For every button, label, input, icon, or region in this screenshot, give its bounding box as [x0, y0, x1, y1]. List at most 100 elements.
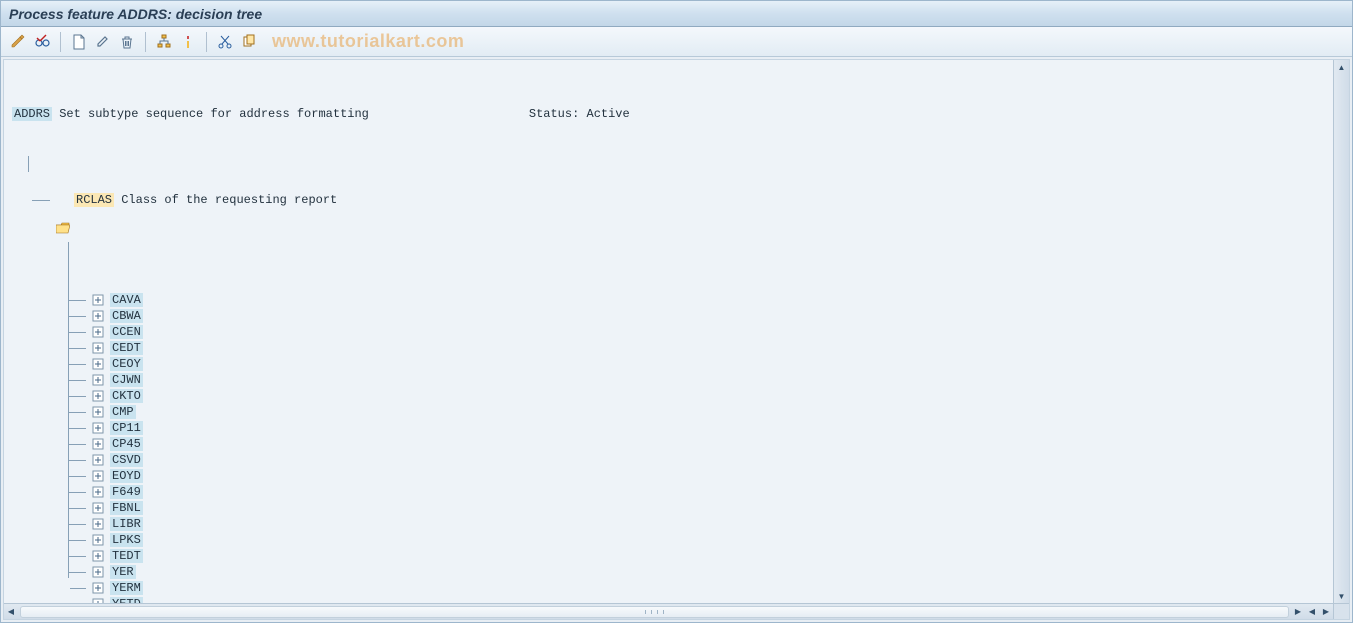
leaf-code: TEDT	[110, 549, 143, 563]
decision-tree: ADDRS Set subtype sequence for address f…	[4, 60, 1333, 603]
node-code: RCLAS	[74, 193, 114, 207]
leaf-code: CKTO	[110, 389, 143, 403]
tree-leaf[interactable]: CBWA	[68, 308, 1333, 324]
scroll-up-button[interactable]: ▲	[1335, 60, 1349, 74]
horizontal-scrollbar[interactable]: ◀ ▶ ◀ ▶	[4, 603, 1333, 619]
page-icon	[71, 34, 87, 50]
tree-node-rclas[interactable]: RCLAS Class of the requesting report	[28, 192, 1333, 208]
leaf-code: CEOY	[110, 357, 143, 371]
expand-icon[interactable]	[92, 582, 106, 594]
leaf-code: CP45	[110, 437, 143, 451]
scroll-right2-button[interactable]: ▶	[1319, 605, 1333, 619]
tree-leaf[interactable]: CP11	[68, 420, 1333, 436]
change-button[interactable]	[7, 31, 29, 53]
info-icon	[180, 34, 196, 50]
root-code: ADDRS	[12, 107, 52, 121]
expand-icon[interactable]	[92, 422, 106, 434]
scissors-icon	[217, 34, 233, 50]
expand-icon[interactable]	[92, 294, 106, 306]
leaf-code: LIBR	[110, 517, 143, 531]
expand-icon[interactable]	[92, 486, 106, 498]
expand-icon[interactable]	[92, 374, 106, 386]
toolbar-separator	[206, 32, 207, 52]
tree-root[interactable]: ADDRS Set subtype sequence for address f…	[12, 106, 1333, 122]
tree-leaf[interactable]: CP45	[68, 436, 1333, 452]
tree-leaf[interactable]: LPKS	[68, 532, 1333, 548]
cut-button[interactable]	[214, 31, 236, 53]
leaf-code: CCEN	[110, 325, 143, 339]
hierarchy-icon	[156, 34, 172, 50]
toolbar-separator	[60, 32, 61, 52]
check-button[interactable]	[31, 31, 53, 53]
leaf-code: LPKS	[110, 533, 143, 547]
leaf-code: CMP	[110, 405, 136, 419]
expand-icon[interactable]	[92, 518, 106, 530]
expand-icon[interactable]	[92, 310, 106, 322]
status-label: Status:	[529, 107, 579, 121]
tree-leaf[interactable]: CEOY	[68, 356, 1333, 372]
whereused-button[interactable]	[153, 31, 175, 53]
tree-leaf[interactable]: CEDT	[68, 340, 1333, 356]
expand-icon[interactable]	[92, 470, 106, 482]
title-bar: Process feature ADDRS: decision tree	[1, 1, 1352, 27]
tree-leaf[interactable]: YER	[68, 564, 1333, 580]
tree-leaf[interactable]: YERM	[68, 580, 1333, 596]
tree-viewport[interactable]: ADDRS Set subtype sequence for address f…	[4, 60, 1333, 603]
tree-leaf[interactable]: CSVD	[68, 452, 1333, 468]
edit-button[interactable]	[92, 31, 114, 53]
tree-leaf[interactable]: EOYD	[68, 468, 1333, 484]
pencil-small-icon	[95, 34, 111, 50]
copy-icon	[241, 34, 257, 50]
tree-leaf[interactable]: CJWN	[68, 372, 1333, 388]
expand-icon[interactable]	[92, 566, 106, 578]
folder-open-icon	[56, 194, 70, 206]
tree-leaf[interactable]: CAVA	[68, 292, 1333, 308]
leaf-code: FBNL	[110, 501, 143, 515]
tree-children: CAVACBWACCEN CEDT CEOYCJWNCKTO CMP CP11 CP45C…	[68, 250, 1333, 603]
leaf-code: CP11	[110, 421, 143, 435]
expand-icon[interactable]	[92, 406, 106, 418]
create-button[interactable]	[68, 31, 90, 53]
attributes-button[interactable]	[177, 31, 199, 53]
tree-leaf[interactable]: F649	[68, 484, 1333, 500]
tree-leaf[interactable]: LIBR	[68, 516, 1333, 532]
trash-icon	[119, 34, 135, 50]
delete-button[interactable]	[116, 31, 138, 53]
expand-icon[interactable]	[92, 326, 106, 338]
leaf-code: YERM	[110, 581, 143, 595]
leaf-code: F649	[110, 485, 143, 499]
root-text: Set subtype sequence for address formatt…	[59, 107, 369, 121]
vertical-scrollbar[interactable]: ▲ ▼	[1333, 60, 1349, 603]
tree-leaf[interactable]: CMP	[68, 404, 1333, 420]
expand-icon[interactable]	[92, 502, 106, 514]
leaf-code: CAVA	[110, 293, 143, 307]
expand-icon[interactable]	[92, 390, 106, 402]
tree-leaf[interactable]: TEDT	[68, 548, 1333, 564]
scroll-track[interactable]	[20, 606, 1289, 618]
leaf-code: CEDT	[110, 341, 143, 355]
expand-icon[interactable]	[92, 550, 106, 562]
expand-icon[interactable]	[92, 454, 106, 466]
tree-branch: RCLAS Class of the requesting report CAV…	[28, 164, 1333, 603]
leaf-code: EOYD	[110, 469, 143, 483]
toolbar: www.tutorialkart.com	[1, 27, 1352, 57]
expand-icon[interactable]	[92, 342, 106, 354]
scroll-corner	[1333, 603, 1349, 619]
scroll-left-button[interactable]: ◀	[4, 605, 18, 619]
node-text: Class of the requesting report	[121, 193, 337, 207]
tree-leaf[interactable]: YETD	[68, 596, 1333, 603]
leaf-code: YER	[110, 565, 136, 579]
tree-leaf[interactable]: CKTO	[68, 388, 1333, 404]
tree-leaf[interactable]: FBNL	[68, 500, 1333, 516]
window-title: Process feature ADDRS: decision tree	[9, 6, 262, 22]
scroll-right-button[interactable]: ▶	[1291, 605, 1305, 619]
copy-button[interactable]	[238, 31, 260, 53]
tree-leaf[interactable]: CCEN	[68, 324, 1333, 340]
toolbar-separator	[145, 32, 146, 52]
expand-icon[interactable]	[92, 358, 106, 370]
scroll-left2-button[interactable]: ◀	[1305, 605, 1319, 619]
scroll-down-button[interactable]: ▼	[1335, 589, 1349, 603]
expand-icon[interactable]	[92, 438, 106, 450]
pencil-icon	[10, 34, 26, 50]
expand-icon[interactable]	[92, 534, 106, 546]
